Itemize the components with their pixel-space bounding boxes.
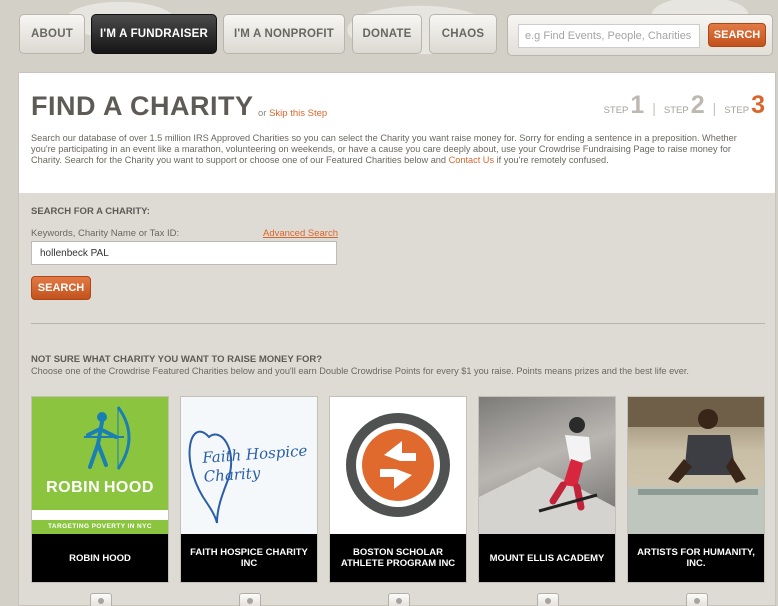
boston-scholar-logo <box>330 397 466 534</box>
skip-step-link[interactable]: Skip this Step <box>269 108 327 119</box>
page-title: FIND A CHARITY <box>31 91 254 121</box>
faith-hospice-logo: Faith Hospice Charity <box>181 397 317 534</box>
nav-chaos[interactable]: CHAOS <box>429 14 497 54</box>
charity-card-artists-for-humanity[interactable]: ARTISTS FOR HUMANITY, INC. <box>627 396 765 583</box>
robin-hood-wordmark: ROBIN HOOD <box>46 479 154 496</box>
advanced-search-link[interactable]: Advanced Search <box>263 228 338 239</box>
artist-photo-icon <box>628 397 764 534</box>
step-divider: | <box>712 100 717 116</box>
charity-card-mount-ellis[interactable]: MOUNT ELLIS ACADEMY <box>478 396 616 583</box>
featured-subtitle: Choose one of the Crowdrise Featured Cha… <box>31 366 689 376</box>
nav-fundraiser[interactable]: I'M A FUNDRAISER <box>91 14 217 54</box>
section-divider <box>31 323 765 324</box>
contact-us-link[interactable]: Contact Us <box>449 155 494 165</box>
mount-ellis-photo <box>479 397 615 534</box>
global-search: SEARCH <box>507 14 773 56</box>
main-panel: FIND A CHARITY or Skip this Step STEP 1 … <box>18 72 776 606</box>
step-1-label: STEP <box>603 105 629 116</box>
featured-title: NOT SURE WHAT CHARITY YOU WANT TO RAISE … <box>31 354 322 365</box>
global-search-button[interactable]: SEARCH <box>708 23 766 47</box>
charity-card-boston-scholar[interactable]: BOSTON SCHOLAR ATHLETE PROGRAM INC <box>329 396 467 583</box>
search-section-title: SEARCH FOR A CHARITY: <box>31 206 150 217</box>
ring-logo-icon <box>330 397 466 534</box>
robin-hood-logo: ROBIN HOOD TARGETING POVERTY IN NYC <box>32 397 168 534</box>
step-2-label: STEP <box>663 105 689 116</box>
artists-for-humanity-photo <box>628 397 764 534</box>
select-robin-hood-radio[interactable] <box>90 593 112 606</box>
nav-donate[interactable]: DONATE <box>352 14 422 54</box>
select-artists-for-humanity-radio[interactable] <box>686 593 708 606</box>
step-3-label: STEP <box>724 105 750 116</box>
skip-step: or Skip this Step <box>258 108 327 119</box>
charity-search-input[interactable] <box>31 241 337 265</box>
step-1-number: 1 <box>630 91 645 119</box>
archer-icon <box>84 406 131 470</box>
step-3-number: 3 <box>751 91 765 119</box>
charity-name: ROBIN HOOD <box>32 534 168 582</box>
charity-card-robin-hood[interactable]: ROBIN HOOD TARGETING POVERTY IN NYC ROBI… <box>31 396 169 583</box>
intro-suffix: if you're remotely confused. <box>496 155 609 165</box>
charity-card-faith-hospice[interactable]: Faith Hospice Charity FAITH HOSPICE CHAR… <box>180 396 318 583</box>
intro-text: Search our database of over 1.5 million … <box>31 133 761 166</box>
panel-header: FIND A CHARITY or Skip this Step STEP 1 … <box>19 73 775 193</box>
charity-search-button[interactable]: SEARCH <box>31 276 91 300</box>
step-indicator: STEP 1 | STEP 2 | STEP 3 <box>604 91 765 120</box>
robin-hood-tagline: TARGETING POVERTY IN NYC <box>32 520 168 534</box>
global-search-input[interactable] <box>518 24 700 48</box>
step-2-number: 2 <box>690 91 705 119</box>
charity-name: FAITH HOSPICE CHARITY INC <box>181 534 317 582</box>
keywords-label: Keywords, Charity Name or Tax ID: <box>31 228 180 239</box>
nav-about[interactable]: ABOUT <box>19 14 85 54</box>
search-area: SEARCH FOR A CHARITY: Keywords, Charity … <box>19 193 775 606</box>
charity-name: MOUNT ELLIS ACADEMY <box>479 534 615 582</box>
intro-body: Search our database of over 1.5 million … <box>31 133 737 165</box>
select-faith-hospice-radio[interactable] <box>239 593 261 606</box>
faith-hospice-wordmark: Faith Hospice Charity <box>201 441 308 486</box>
step-divider: | <box>652 100 656 116</box>
select-boston-scholar-radio[interactable] <box>388 593 410 606</box>
charity-name: ARTISTS FOR HUMANITY, INC. <box>628 534 764 582</box>
skip-prefix: or <box>258 108 267 119</box>
charity-name: BOSTON SCHOLAR ATHLETE PROGRAM INC <box>330 534 466 582</box>
select-mount-ellis-radio[interactable] <box>537 593 559 606</box>
nav-nonprofit[interactable]: I'M A NONPROFIT <box>223 14 345 54</box>
skier-photo-icon <box>479 417 615 534</box>
